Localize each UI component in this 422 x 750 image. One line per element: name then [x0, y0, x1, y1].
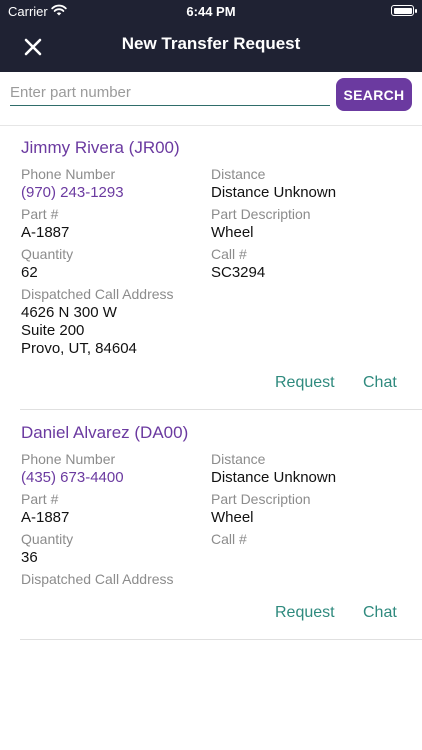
- part-label: Part #: [21, 491, 59, 507]
- part-description-value: Wheel: [211, 224, 254, 241]
- chat-button[interactable]: Chat: [363, 604, 397, 622]
- address-line: Provo, UT, 84604: [21, 340, 137, 357]
- call-label: Call #: [211, 246, 247, 262]
- technician-name: Daniel Alvarez (DA00): [21, 423, 189, 442]
- address-line: Suite 200: [21, 322, 85, 339]
- part-number-input[interactable]: [10, 80, 330, 106]
- quantity-label: Quantity: [21, 246, 74, 262]
- part-value: A-1887: [21, 509, 70, 526]
- chat-button[interactable]: Chat: [363, 374, 397, 392]
- nav-bar: New Transfer Request: [0, 22, 422, 72]
- request-button[interactable]: Request: [275, 604, 335, 622]
- result-card: Jimmy Rivera (JR00) Phone Number (970) 2…: [20, 138, 422, 410]
- phone-link[interactable]: (970) 243-1293: [21, 184, 124, 202]
- call-value: SC3294: [211, 264, 266, 281]
- search-bar: SEARCH: [0, 72, 422, 126]
- part-description-value: Wheel: [211, 509, 254, 526]
- distance-value: Distance Unknown: [211, 469, 337, 486]
- part-label: Part #: [21, 206, 59, 222]
- part-value: A-1887: [21, 224, 70, 241]
- part-description-label: Part Description: [211, 491, 311, 507]
- clock: 6:44 PM: [186, 4, 236, 19]
- result-card: Daniel Alvarez (DA00) Phone Number (435)…: [20, 423, 422, 640]
- dispatched-address-label: Dispatched Call Address: [21, 286, 174, 302]
- address-line: 4626 N 300 W: [21, 304, 117, 321]
- quantity-value: 62: [21, 264, 38, 281]
- battery-icon: [391, 5, 417, 16]
- phone-label: Phone Number: [21, 451, 116, 467]
- quantity-value: 36: [21, 549, 38, 566]
- distance-label: Distance: [211, 451, 266, 467]
- distance-label: Distance: [211, 166, 266, 182]
- phone-link[interactable]: (435) 673-4400: [21, 469, 124, 487]
- request-button[interactable]: Request: [275, 374, 335, 392]
- call-label: Call #: [211, 531, 247, 547]
- technician-name: Jimmy Rivera (JR00): [21, 138, 180, 157]
- search-button[interactable]: SEARCH: [336, 78, 412, 111]
- page-title: New Transfer Request: [121, 34, 301, 53]
- top-bar: Carrier 6:44 PM New Transfer Request: [0, 0, 422, 72]
- dispatched-address-label: Dispatched Call Address: [21, 571, 174, 587]
- status-bar: Carrier 6:44 PM: [0, 0, 422, 22]
- phone-label: Phone Number: [21, 166, 116, 182]
- distance-value: Distance Unknown: [211, 184, 337, 201]
- quantity-label: Quantity: [21, 531, 74, 547]
- part-description-label: Part Description: [211, 206, 311, 222]
